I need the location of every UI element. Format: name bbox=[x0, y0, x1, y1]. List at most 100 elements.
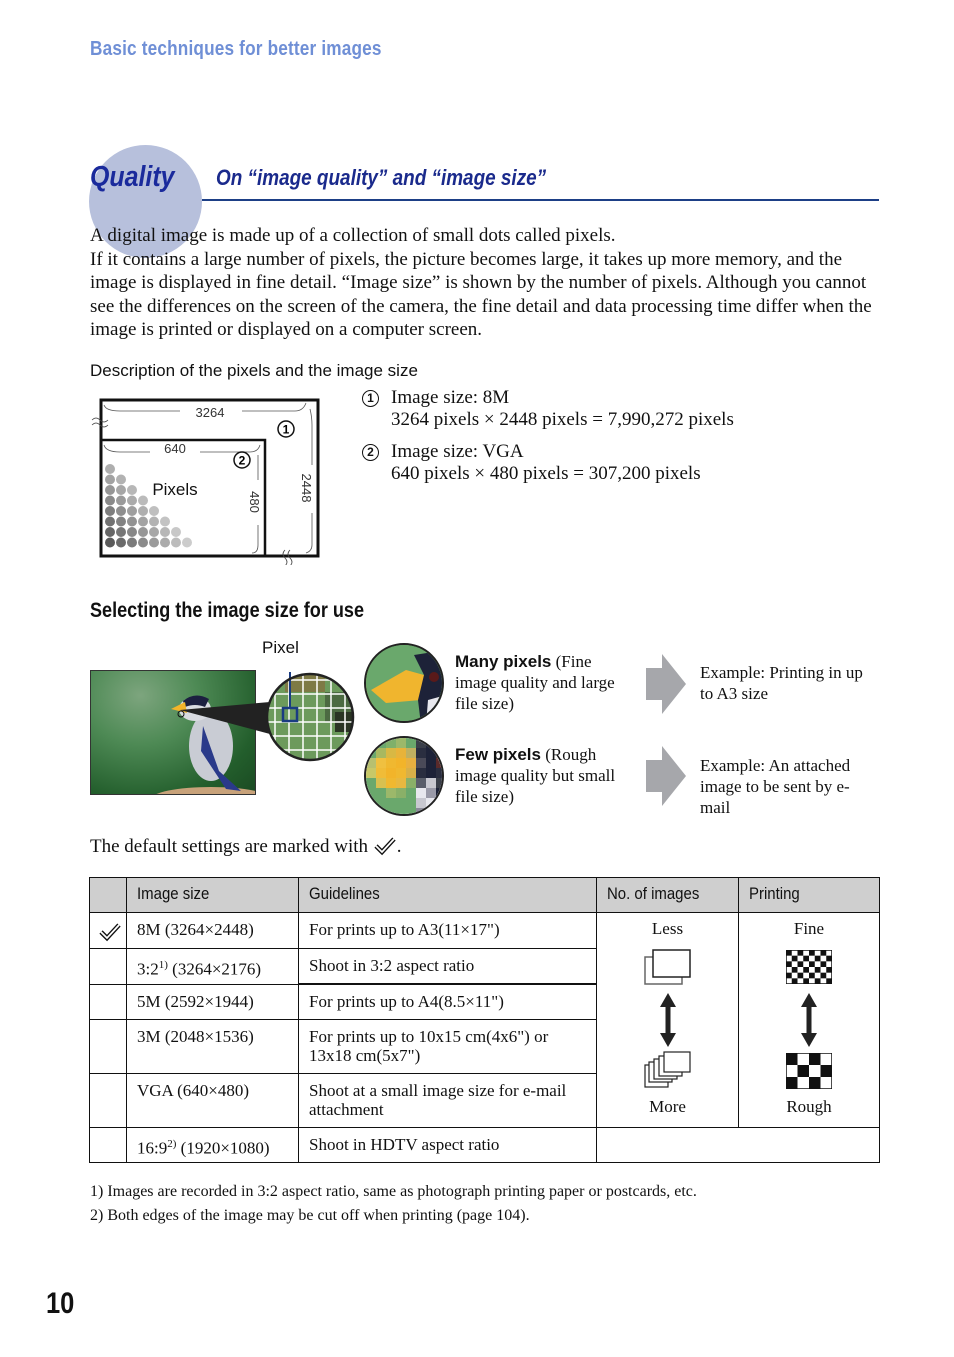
footnotes: 1) Images are recorded in 3:2 aspect rat… bbox=[90, 1180, 697, 1228]
pixel-callout-label: Pixel bbox=[262, 638, 299, 657]
inner-width-label: 640 bbox=[164, 441, 186, 456]
table-row-5m: 5M (2592×1944) bbox=[127, 985, 299, 1020]
table-row-8m: 8M (3264×2448) bbox=[127, 913, 299, 949]
intro-text: A digital image is made up of a collecti… bbox=[90, 224, 880, 342]
diagram-caption: Description of the pixels and the image … bbox=[90, 361, 418, 380]
default-check-icon bbox=[99, 923, 121, 942]
pixel-dot bbox=[149, 537, 159, 548]
legend-detail: 3264 pixels × 2448 pixels = 7,990,272 pi… bbox=[391, 409, 734, 430]
pixel-dot bbox=[105, 495, 115, 506]
pixel-dot bbox=[105, 537, 115, 548]
empty-cell bbox=[597, 1128, 879, 1162]
header-cell-default bbox=[90, 878, 127, 913]
legend-detail: 640 pixels × 480 pixels = 307,200 pixels bbox=[391, 463, 701, 484]
default-note: The default settings are marked with . bbox=[90, 836, 402, 857]
legend-title: Image size: VGA bbox=[391, 441, 524, 462]
pixel-dot bbox=[127, 506, 137, 516]
guideline-cell: For prints up to A4(8.5×11") bbox=[299, 985, 597, 1020]
guideline-cell: For prints up to 10x15 cm(4x6") or 13x18… bbox=[299, 1020, 597, 1074]
page-number: 10 bbox=[46, 1287, 75, 1320]
updown-arrow-icon bbox=[801, 993, 817, 1047]
scale-fine: Fine bbox=[793, 919, 825, 938]
zoom-connector bbox=[180, 702, 270, 734]
outer-height-label: 2448 bbox=[299, 474, 314, 503]
intro-paragraph-2: If it contains a large number of pixels,… bbox=[90, 248, 872, 341]
pixel-dot bbox=[138, 537, 148, 548]
pixel-size-diagram: 3264 640 2448 480 Pixels 1 2 bbox=[90, 395, 325, 567]
few-pixels-thumbnail bbox=[364, 736, 444, 816]
guideline-cell: Shoot in HDTV aspect ratio bbox=[299, 1128, 597, 1162]
pixel-dot bbox=[116, 527, 126, 537]
pixel-dot bbox=[149, 527, 159, 537]
pixel-dot bbox=[138, 495, 148, 506]
pixels-label: Pixels bbox=[152, 480, 197, 499]
pixel-dot bbox=[127, 495, 137, 506]
inner-height-label: 480 bbox=[247, 491, 262, 513]
pixel-dot bbox=[116, 474, 126, 485]
marker-2-label: 2 bbox=[239, 454, 246, 468]
pixel-dot bbox=[127, 485, 137, 495]
legend-title: Image size: 8M bbox=[391, 387, 510, 408]
many-pixels-thumbnail bbox=[364, 643, 444, 723]
pixel-dot bbox=[105, 527, 115, 537]
default-marker-cell bbox=[90, 913, 127, 949]
many-pixels-description: Many pixels (Fine image quality and larg… bbox=[455, 652, 615, 713]
outer-width-label: 3264 bbox=[196, 405, 225, 420]
few-pixels-label: Few pixels bbox=[455, 745, 541, 764]
title-rule bbox=[202, 199, 879, 201]
quality-badge-label: Quality bbox=[90, 161, 175, 193]
pixel-dot bbox=[127, 537, 137, 548]
running-header: Basic techniques for better images bbox=[90, 38, 382, 60]
table-row-3-2: 3:21) (3264×2176) bbox=[127, 949, 299, 985]
pixel-dot bbox=[127, 527, 137, 537]
pixel-dot bbox=[160, 527, 170, 537]
pixel-dot bbox=[149, 506, 159, 516]
marker-1-icon: 1 bbox=[362, 390, 379, 408]
no-of-images-scale: Less More bbox=[597, 913, 739, 1128]
pixel-dot bbox=[127, 516, 137, 527]
pixel-dot bbox=[105, 506, 115, 516]
scale-more: More bbox=[649, 1097, 686, 1116]
intro-paragraph-1: A digital image is made up of a collecti… bbox=[90, 225, 616, 246]
example-large: Example: Printing in up to A3 size bbox=[700, 663, 863, 703]
table-row-3m: 3M (2048×1536) bbox=[127, 1020, 299, 1074]
pixel-dot bbox=[182, 537, 192, 548]
pixel-dot bbox=[105, 485, 115, 495]
guideline-cell: Shoot in 3:2 aspect ratio bbox=[299, 949, 597, 985]
pixel-dot bbox=[116, 516, 126, 527]
guideline-cell: For prints up to A3(11×17") bbox=[299, 913, 597, 949]
pixel-dot bbox=[116, 506, 126, 516]
rough-checker-icon bbox=[786, 1053, 832, 1089]
example-small: Example: An attached image to be sent by… bbox=[700, 756, 851, 817]
header-guidelines: Guidelines bbox=[299, 878, 597, 913]
table-row-vga: VGA (640×480) bbox=[127, 1074, 299, 1128]
printing-scale: Fine Rough bbox=[739, 913, 879, 1128]
legend-item-vga: 2 Image size: VGA 640 pixels × 480 pixel… bbox=[362, 441, 701, 484]
pixel-magnifier bbox=[265, 672, 355, 762]
updown-arrow-icon bbox=[660, 993, 676, 1047]
marker-1-label: 1 bbox=[283, 423, 290, 437]
pixel-dot bbox=[116, 537, 126, 548]
header-no-of-images: No. of images bbox=[597, 878, 739, 913]
default-check-icon bbox=[374, 837, 396, 856]
pixel-dot bbox=[105, 474, 115, 485]
footnote-1: 1) Images are recorded in 3:2 aspect rat… bbox=[90, 1183, 697, 1200]
pixel-dot bbox=[105, 464, 115, 474]
pixel-dot bbox=[105, 516, 115, 527]
marker-2-icon: 2 bbox=[362, 444, 379, 462]
pixel-dot bbox=[138, 506, 148, 516]
fine-checker-icon bbox=[786, 950, 832, 984]
image-size-table: Image size Guidelines No. of images Prin… bbox=[89, 877, 880, 1163]
section-title: On “image quality” and “image size” bbox=[216, 165, 547, 190]
pixel-dot bbox=[171, 537, 181, 548]
few-pixels-description: Few pixels (Rough image quality but smal… bbox=[455, 745, 616, 806]
scale-less: Less bbox=[651, 919, 684, 938]
pixel-dot bbox=[149, 516, 159, 527]
pixel-dot bbox=[138, 527, 148, 537]
subheading-selecting: Selecting the image size for use bbox=[90, 599, 365, 622]
pixel-dot bbox=[160, 516, 170, 527]
pixel-dot bbox=[116, 485, 126, 495]
table-row-16-9: 16:92) (1920×1080) bbox=[127, 1128, 299, 1162]
header-printing: Printing bbox=[739, 878, 879, 913]
arrow-right-icon bbox=[646, 746, 686, 806]
